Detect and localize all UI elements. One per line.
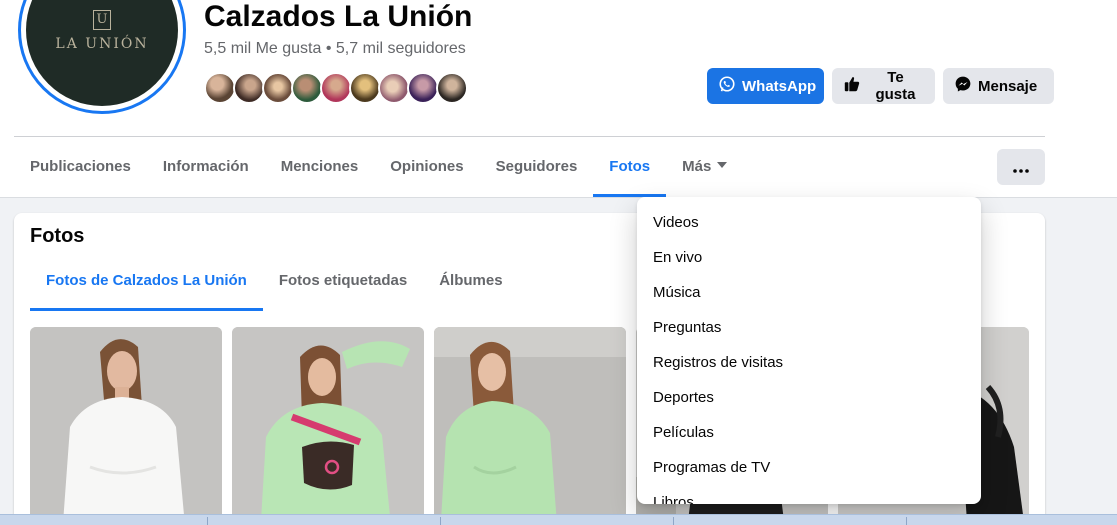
tab-seguidores[interactable]: Seguidores [480, 137, 594, 197]
taskbar-separator [207, 517, 208, 525]
taskbar-separator [440, 517, 441, 525]
page-header: U LA UNIÓN Calzados La Unión 5,5 mil Me … [0, 0, 1117, 198]
avatar[interactable] [378, 72, 410, 104]
more-dropdown-menu: Videos En vivo Música Preguntas Registro… [637, 197, 981, 504]
message-button-label: Mensaje [978, 77, 1038, 95]
more-options-button[interactable] [997, 149, 1045, 185]
logo-text: LA UNIÓN [55, 36, 149, 52]
tab-informacion[interactable]: Información [147, 137, 265, 197]
avatar[interactable] [262, 72, 294, 104]
taskbar-strip [0, 514, 1117, 525]
page-stats[interactable]: 5,5 mil Me gusta • 5,7 mil seguidores [204, 40, 466, 58]
like-button[interactable]: Te gusta [832, 68, 935, 104]
profile-picture[interactable]: U LA UNIÓN [18, 0, 186, 114]
page-actions: WhatsApp Te gusta Mensaje [707, 68, 1054, 104]
tab-mas-label: Más [682, 158, 712, 175]
avatar[interactable] [204, 72, 236, 104]
menu-item-programas-tv[interactable]: Programas de TV [637, 450, 981, 485]
taskbar-separator [906, 517, 907, 525]
menu-item-deportes[interactable]: Deportes [637, 380, 981, 415]
subtab-page-photos[interactable]: Fotos de Calzados La Unión [30, 263, 263, 311]
whatsapp-button-label: WhatsApp [742, 77, 817, 95]
avatar[interactable] [233, 72, 265, 104]
tab-publicaciones[interactable]: Publicaciones [14, 137, 147, 197]
subtab-tagged-photos[interactable]: Fotos etiquetadas [263, 263, 423, 311]
tab-mas[interactable]: Más [666, 137, 743, 197]
avatar[interactable] [407, 72, 439, 104]
photos-subtabs: Fotos de Calzados La Unión Fotos etiquet… [30, 263, 519, 311]
logo-mark: U [93, 10, 111, 30]
avatar[interactable] [349, 72, 381, 104]
menu-item-registros[interactable]: Registros de visitas [637, 345, 981, 380]
tab-menciones[interactable]: Menciones [265, 137, 375, 197]
brand-logo: U LA UNIÓN [26, 0, 178, 106]
messenger-icon [954, 75, 972, 97]
menu-item-peliculas[interactable]: Películas [637, 415, 981, 450]
avatar[interactable] [291, 72, 323, 104]
ellipsis-icon [1013, 157, 1029, 178]
tab-opiniones[interactable]: Opiniones [374, 137, 479, 197]
taskbar-separator [673, 517, 674, 525]
menu-item-libros[interactable]: Libros [637, 485, 981, 504]
menu-item-en-vivo[interactable]: En vivo [637, 240, 981, 275]
whatsapp-button[interactable]: WhatsApp [707, 68, 824, 104]
avatar[interactable] [436, 72, 468, 104]
follower-avatars [204, 72, 468, 104]
avatar[interactable] [320, 72, 352, 104]
photos-section-title: Fotos [30, 225, 85, 247]
page-tabs: Publicaciones Información Menciones Opin… [14, 137, 743, 197]
tab-fotos[interactable]: Fotos [593, 137, 666, 197]
like-button-label: Te gusta [875, 69, 916, 103]
menu-item-musica[interactable]: Música [637, 275, 981, 310]
photo-thumbnail[interactable] [434, 327, 626, 525]
page-title: Calzados La Unión [204, 0, 473, 33]
chevron-down-icon [717, 162, 728, 169]
message-button[interactable]: Mensaje [943, 68, 1054, 104]
menu-item-preguntas[interactable]: Preguntas [637, 310, 981, 345]
photo-thumbnail[interactable] [30, 327, 222, 525]
thumbs-up-icon [843, 75, 861, 97]
menu-item-videos[interactable]: Videos [637, 205, 981, 240]
photo-thumbnail[interactable] [232, 327, 424, 525]
whatsapp-icon [718, 75, 736, 97]
subtab-albums[interactable]: Álbumes [423, 263, 518, 311]
